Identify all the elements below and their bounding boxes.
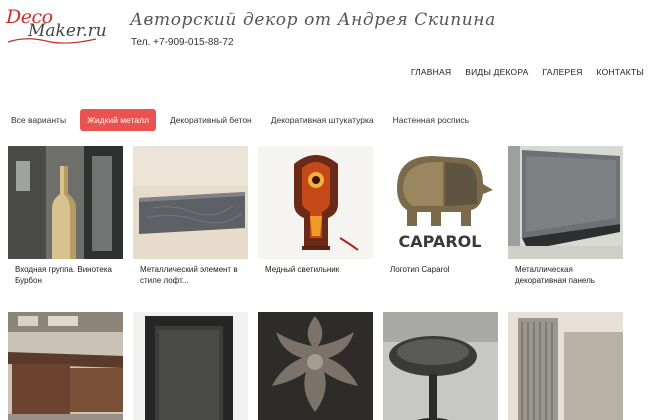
filter-wall-painting[interactable]: Настенная роспись (388, 109, 474, 131)
gallery-image-textured-panel[interactable] (508, 312, 623, 420)
nav-item-contacts[interactable]: КОНТАКТЫ (597, 67, 644, 77)
nav-item-decor-types[interactable]: ВИДЫ ДЕКОРА (465, 67, 528, 77)
gallery-image-copper-lamp[interactable] (258, 146, 373, 259)
gallery-image-loft-metal[interactable] (133, 146, 248, 259)
gallery-item[interactable]: Металлическая декоративная панель (508, 146, 623, 286)
gallery-caption[interactable]: Металлический элемент в стиле лофт... (133, 264, 248, 286)
phone-number[interactable]: Тел. +7-909-015-88-72 (131, 37, 234, 48)
gallery-item[interactable] (8, 312, 123, 420)
gallery-image-reception-desk[interactable] (8, 312, 123, 420)
gallery-item[interactable] (258, 312, 373, 420)
gallery-caption[interactable]: Логотип Caparol (383, 264, 498, 275)
logo-swirl-icon (7, 38, 97, 44)
gallery-filters: Все варианты Жидкий металл Декоративный … (6, 109, 483, 131)
gallery-item[interactable] (383, 312, 498, 420)
filter-all[interactable]: Все варианты (6, 109, 71, 131)
gallery-image-entrance[interactable] (8, 146, 123, 259)
nav-item-gallery[interactable]: ГАЛЕРЕЯ (543, 67, 583, 77)
gallery-caption[interactable]: Металлическая декоративная панель (508, 264, 623, 286)
gallery-image-dark-frame[interactable] (133, 312, 248, 420)
gallery-item[interactable] (508, 312, 623, 420)
gallery-image-forged-ornament[interactable] (258, 312, 373, 420)
gallery-item[interactable]: Медный светильник (258, 146, 373, 275)
gallery-image-metal-panel[interactable] (508, 146, 623, 259)
main-nav: ГЛАВНАЯ ВИДЫ ДЕКОРА ГАЛЕРЕЯ КОНТАКТЫ (411, 67, 644, 77)
gallery-caption[interactable]: Входная группа. Винотека Бурбон (8, 264, 123, 286)
site-tagline: Авторский декор от Андрея Скипина (130, 10, 496, 30)
gallery-image-metal-bowl[interactable] (383, 312, 498, 420)
gallery-item[interactable]: Металлический элемент в стиле лофт... (133, 146, 248, 286)
nav-item-home[interactable]: ГЛАВНАЯ (411, 67, 451, 77)
filter-decorative-concrete[interactable]: Декоративный бетон (165, 109, 257, 131)
site-header: Deco Maker.ru Авторский декор от Андрея … (0, 0, 650, 60)
gallery-image-caparol-logo[interactable]: CAPAROL (383, 146, 498, 259)
gallery-item[interactable]: CAPAROL Логотип Caparol (383, 146, 498, 275)
filter-liquid-metal[interactable]: Жидкий металл (80, 109, 156, 131)
filter-decorative-plaster[interactable]: Декоративная штукатурка (266, 109, 379, 131)
caparol-logo-text: CAPAROL (399, 232, 482, 251)
gallery-item[interactable]: Входная группа. Винотека Бурбон (8, 146, 123, 286)
site-logo[interactable]: Deco Maker.ru (6, 6, 107, 46)
gallery-caption[interactable]: Медный светильник (258, 264, 373, 275)
gallery-item[interactable] (133, 312, 248, 420)
